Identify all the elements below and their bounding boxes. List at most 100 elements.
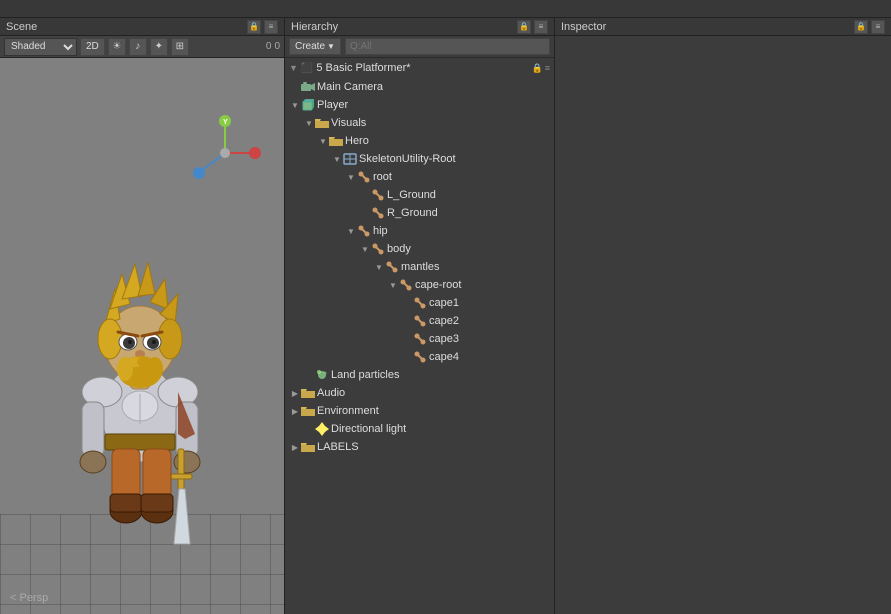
tree-item-label-root: root [373, 171, 392, 183]
hierarchy-tree: Main Camera Player Visuals Hero SkeletonUtil… [285, 78, 554, 614]
title-arrow-icon: ▼ [289, 63, 298, 73]
tree-item-directional-light[interactable]: Directional light [285, 420, 554, 438]
tree-item-arrow-environment[interactable] [289, 405, 301, 417]
tree-item-arrow-skeleton-root[interactable] [331, 153, 343, 165]
tree-item-icon-cape1 [413, 296, 427, 310]
inspector-header: Inspector 🔒 ≡ [555, 18, 891, 36]
tree-item-label-hip: hip [373, 225, 388, 237]
tree-item-label-main-camera: Main Camera [317, 81, 383, 93]
title-lock-icon[interactable]: 🔒 [532, 63, 543, 74]
tree-item-arrow-mantles[interactable] [373, 261, 385, 273]
tree-item-skeleton-root[interactable]: SkeletonUtility-Root [285, 150, 554, 168]
tree-item-environment[interactable]: Environment [285, 402, 554, 420]
gizmo: Y [185, 113, 265, 193]
persp-label: < Persp [10, 592, 48, 604]
tree-item-icon-hero [329, 134, 343, 148]
inspector-panel-icons: 🔒 ≡ [854, 20, 885, 34]
tree-item-land-particles[interactable]: Land particles [285, 366, 554, 384]
tree-item-main-camera[interactable]: Main Camera [285, 78, 554, 96]
tree-item-hip[interactable]: hip [285, 222, 554, 240]
tree-item-r-ground[interactable]: R_Ground [285, 204, 554, 222]
inspector-panel: Inspector 🔒 ≡ [555, 18, 891, 614]
hierarchy-lock-icon[interactable]: 🔒 [517, 20, 531, 34]
tree-item-icon-l-ground [371, 188, 385, 202]
scene-toolbar: Shaded Wireframe 2D ☀ ♪ ✦ ⊞ 0 0 [0, 36, 284, 58]
hierarchy-header: Hierarchy 🔒 ≡ [285, 18, 554, 36]
tree-item-arrow-visuals[interactable] [303, 117, 315, 129]
tree-item-icon-cape2 [413, 314, 427, 328]
tree-item-player[interactable]: Player [285, 96, 554, 114]
tree-item-icon-r-ground [371, 206, 385, 220]
tree-item-arrow-body[interactable] [359, 243, 371, 255]
tree-item-root[interactable]: root [285, 168, 554, 186]
tree-item-label-player: Player [317, 99, 348, 111]
tree-item-visuals[interactable]: Visuals [285, 114, 554, 132]
scene-lock-icon[interactable]: 🔒 [247, 20, 261, 34]
tree-item-arrow-labels[interactable] [289, 441, 301, 453]
scene-header: Scene 🔒 ≡ [0, 18, 284, 36]
tree-item-label-audio: Audio [317, 387, 345, 399]
tree-item-icon-hip [357, 224, 371, 238]
tree-item-icon-skeleton-root [343, 152, 357, 166]
tree-item-cape1[interactable]: cape1 [285, 294, 554, 312]
scene-tab-label[interactable]: Scene [6, 21, 37, 33]
tree-item-label-l-ground: L_Ground [387, 189, 436, 201]
tree-item-label-directional-light: Directional light [331, 423, 406, 435]
tree-item-cape3[interactable]: cape3 [285, 330, 554, 348]
hierarchy-search-input[interactable] [345, 38, 550, 55]
tree-item-arrow-audio[interactable] [289, 387, 301, 399]
tree-item-label-labels: LABELS [317, 441, 359, 453]
tree-item-label-visuals: Visuals [331, 117, 366, 129]
tree-item-label-cape2: cape2 [429, 315, 459, 327]
scene-viewport[interactable]: Y [0, 58, 284, 614]
tree-item-label-r-ground: R_Ground [387, 207, 438, 219]
tree-item-label-cape3: cape3 [429, 333, 459, 345]
tree-item-arrow-player[interactable] [289, 99, 301, 111]
tree-item-cape-root[interactable]: cape-root [285, 276, 554, 294]
gizmos-icon[interactable]: ⊞ [171, 38, 189, 56]
audio-icon[interactable]: ♪ [129, 38, 147, 56]
shade-select[interactable]: Shaded Wireframe [4, 38, 77, 56]
title-menu-icon[interactable]: ≡ [545, 63, 550, 74]
tree-item-icon-body [371, 242, 385, 256]
project-title: 5 Basic Platformer* [316, 62, 410, 74]
scene-toolbar-right: 0 0 [266, 41, 280, 52]
tree-item-body[interactable]: body [285, 240, 554, 258]
tree-item-arrow-root[interactable] [345, 171, 357, 183]
inspector-tab-label[interactable]: Inspector [561, 21, 606, 33]
hierarchy-panel-icons: 🔒 ≡ [517, 20, 548, 34]
tree-item-icon-player [301, 98, 315, 112]
character-sprite [30, 224, 250, 554]
hierarchy-menu-icon[interactable]: ≡ [534, 20, 548, 34]
tree-item-cape4[interactable]: cape4 [285, 348, 554, 366]
tree-item-arrow-cape-root[interactable] [387, 279, 399, 291]
create-button[interactable]: Create ▼ [289, 38, 341, 55]
scene-panel: Scene 🔒 ≡ Shaded Wireframe 2D ☀ ♪ ✦ ⊞ 0 [0, 18, 285, 614]
tree-item-hero[interactable]: Hero [285, 132, 554, 150]
scene-menu-icon[interactable]: ≡ [264, 20, 278, 34]
scene-panel-icons: 🔒 ≡ [247, 20, 278, 34]
tree-item-icon-land-particles [315, 368, 329, 382]
hierarchy-tab-label[interactable]: Hierarchy [291, 21, 338, 33]
tree-item-icon-cape3 [413, 332, 427, 346]
effects-icon[interactable]: ✦ [150, 38, 168, 56]
tree-item-label-skeleton-root: SkeletonUtility-Root [359, 153, 456, 165]
tree-item-label-environment: Environment [317, 405, 379, 417]
tree-item-cape2[interactable]: cape2 [285, 312, 554, 330]
tree-item-l-ground[interactable]: L_Ground [285, 186, 554, 204]
tree-item-arrow-hip[interactable] [345, 225, 357, 237]
inspector-lock-icon[interactable]: 🔒 [854, 20, 868, 34]
scene-coords: 0 [266, 41, 272, 52]
lighting-icon[interactable]: ☀ [108, 38, 126, 56]
inspector-menu-icon[interactable]: ≡ [871, 20, 885, 34]
scene-toolbar-left: Shaded Wireframe 2D ☀ ♪ ✦ ⊞ [4, 38, 189, 56]
project-cube-icon: ⬛ [301, 63, 313, 74]
tree-item-icon-environment [301, 404, 315, 418]
tree-item-audio[interactable]: Audio [285, 384, 554, 402]
tree-item-arrow-hero[interactable] [317, 135, 329, 147]
tree-item-labels[interactable]: LABELS [285, 438, 554, 456]
tree-item-mantles[interactable]: mantles [285, 258, 554, 276]
tree-item-icon-visuals [315, 116, 329, 130]
2d-button[interactable]: 2D [80, 38, 105, 56]
tree-item-icon-labels [301, 440, 315, 454]
